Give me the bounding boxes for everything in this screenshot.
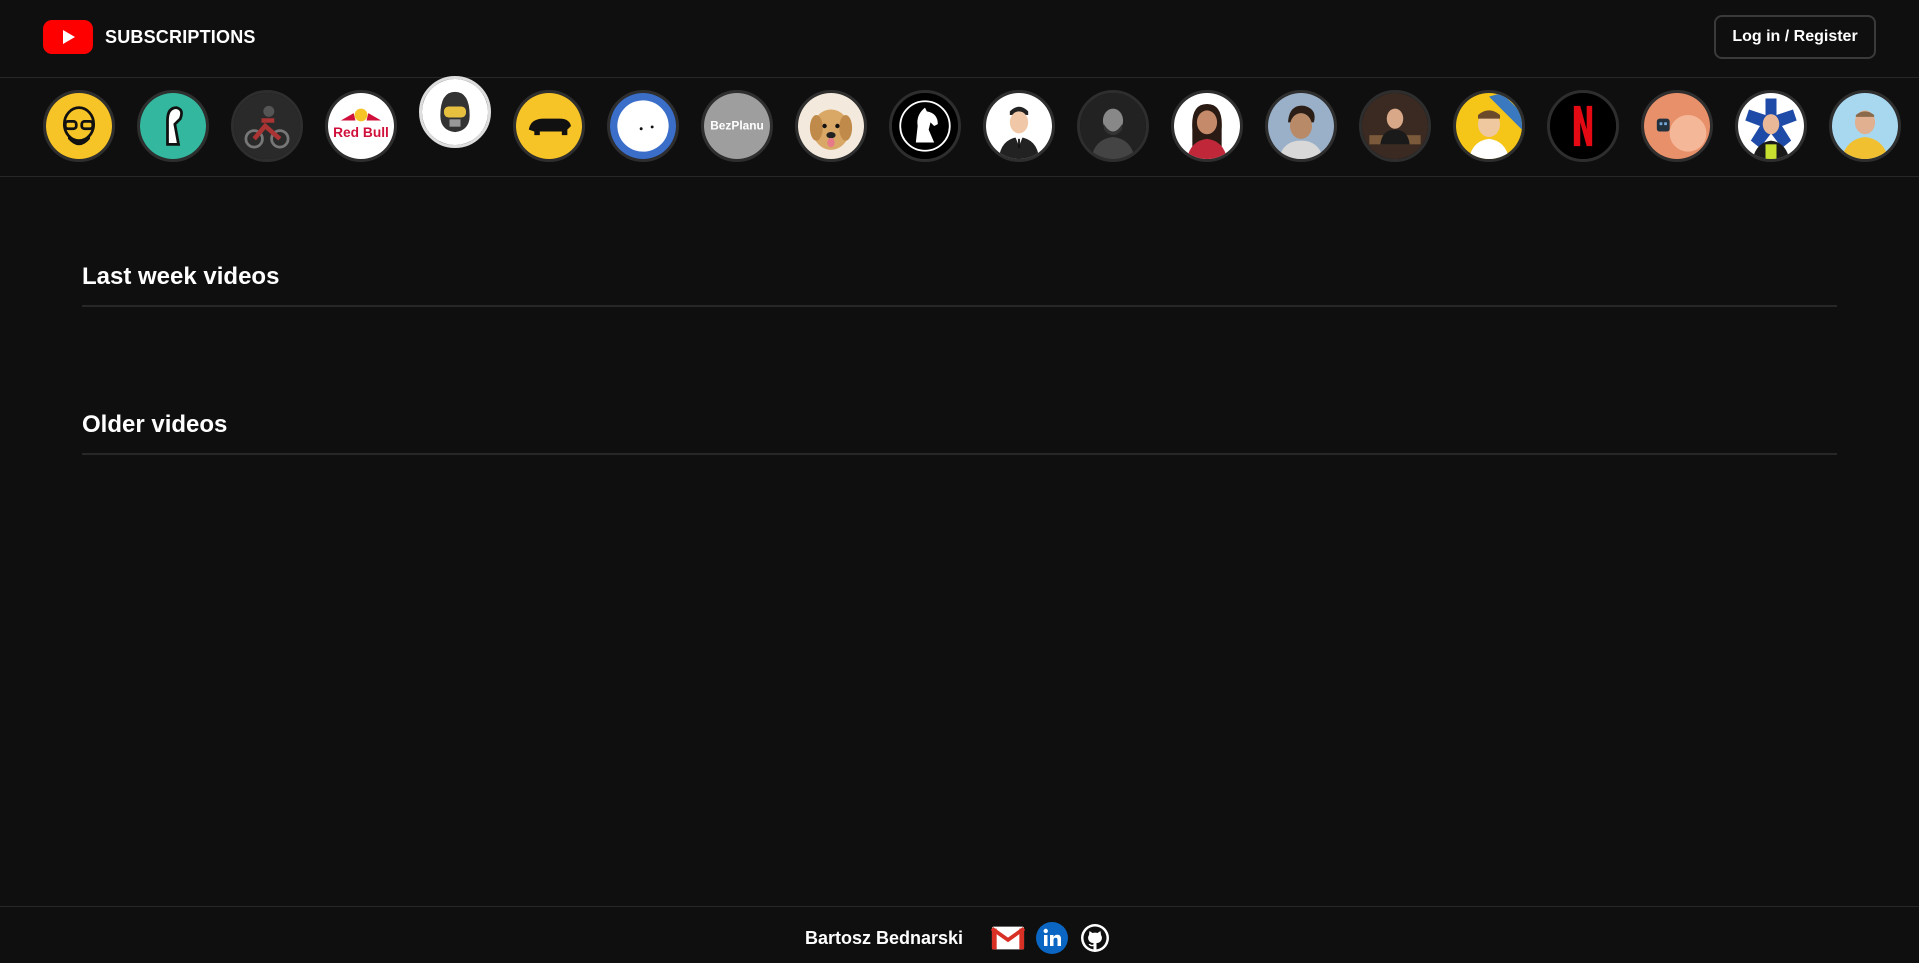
gmail-icon[interactable] [991, 922, 1025, 954]
channel-avatar-16[interactable] [1453, 90, 1525, 162]
channel-avatar-15[interactable] [1359, 90, 1431, 162]
channel-avatar-13[interactable] [1171, 90, 1243, 162]
channel-avatar-8[interactable]: BezPlanu [701, 90, 773, 162]
older-videos-heading: Older videos [82, 411, 228, 438]
top-header: SUBSCRIPTIONS Log in / Register [0, 0, 1919, 78]
channel-avatar-3[interactable] [231, 90, 303, 162]
last-week-section: Last week videos [82, 263, 1837, 307]
section-divider [82, 305, 1837, 307]
channel-avatar-6[interactable] [513, 90, 585, 162]
channel-avatar-10[interactable] [889, 90, 961, 162]
channel-avatar-2[interactable] [137, 90, 209, 162]
channel-avatar-7[interactable] [607, 90, 679, 162]
youtube-play-icon [43, 20, 93, 54]
subscribed-channels-row: Red Bull BezPlanu [0, 76, 1919, 177]
app-logo[interactable]: SUBSCRIPTIONS [43, 20, 256, 54]
channel-avatar-20[interactable] [1829, 90, 1901, 162]
app-title: SUBSCRIPTIONS [105, 26, 256, 47]
channel-avatar-11[interactable] [983, 90, 1055, 162]
login-register-button[interactable]: Log in / Register [1714, 15, 1876, 59]
channel-avatar-9[interactable] [795, 90, 867, 162]
channel-avatar-1[interactable] [43, 90, 115, 162]
channel-avatar-4[interactable]: Red Bull [325, 90, 397, 162]
svg-text:BezPlanu: BezPlanu [710, 119, 764, 133]
channel-avatar-12[interactable] [1077, 90, 1149, 162]
channel-avatar-17[interactable] [1547, 90, 1619, 162]
older-videos-section: Older videos [82, 411, 1837, 455]
page-footer: Bartosz Bednarski [0, 906, 1919, 963]
channel-avatar-5[interactable] [419, 76, 491, 148]
channel-avatar-18[interactable] [1641, 90, 1713, 162]
channel-avatar-19[interactable] [1735, 90, 1807, 162]
svg-text:Red Bull: Red Bull [333, 125, 389, 140]
footer-author: Bartosz Bednarski [805, 928, 964, 948]
last-week-heading: Last week videos [82, 263, 280, 290]
linkedin-icon[interactable] [1035, 922, 1069, 954]
github-icon[interactable] [1078, 922, 1112, 954]
channel-avatar-14[interactable] [1265, 90, 1337, 162]
section-divider [82, 453, 1837, 455]
